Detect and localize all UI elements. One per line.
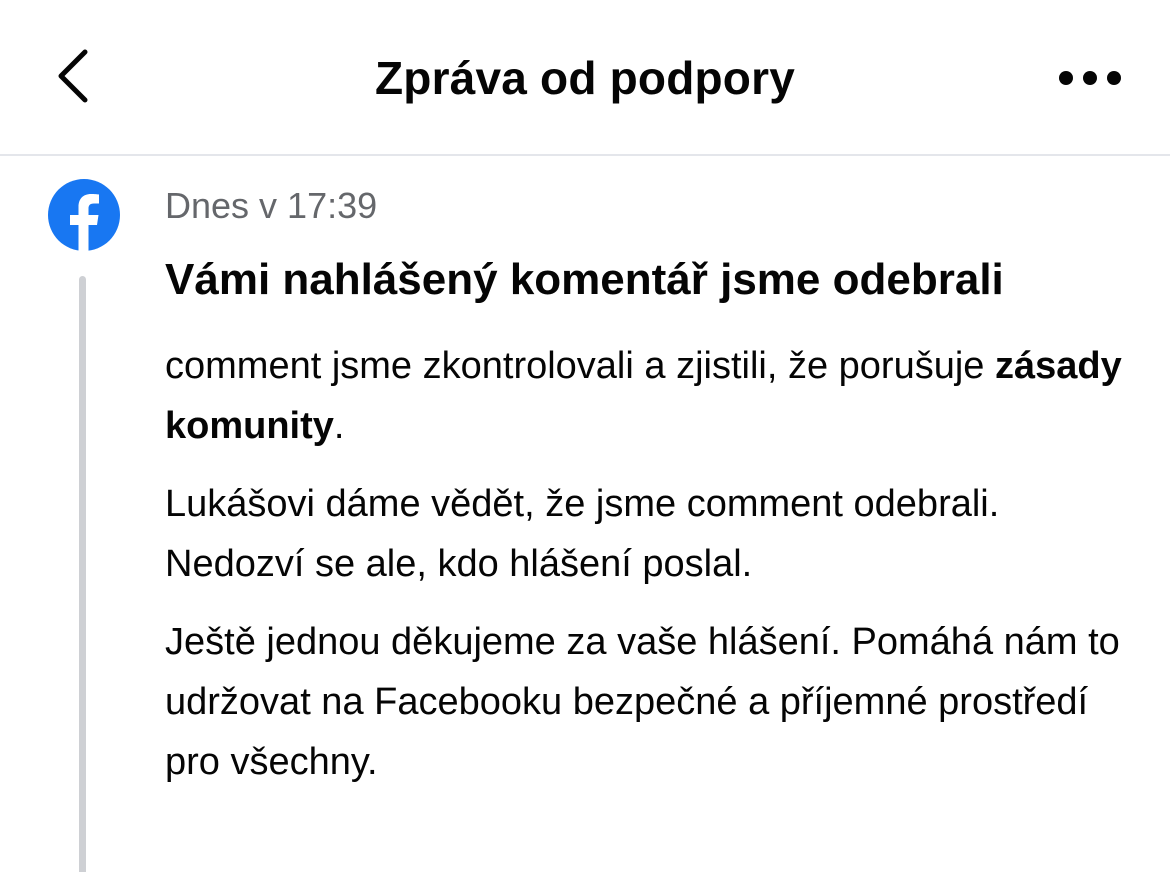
message-paragraph-3: Ještě jednou děkujeme za vaše hlášení. P… — [165, 621, 1120, 783]
more-options-button[interactable] — [1050, 46, 1130, 110]
support-message-screen: Zpráva od podpory Dnes v 17:39 Vámi nahl… — [0, 0, 1170, 872]
message-paragraph-2: Lukášovi dáme vědět, že jsme comment ode… — [165, 483, 1000, 585]
top-navigation-bar: Zpráva od podpory — [0, 0, 1170, 156]
paragraph-1-end: . — [333, 405, 345, 447]
more-horizontal-icon-dot — [1107, 71, 1121, 85]
message-content: Dnes v 17:39 Vámi nahlášený komentář jsm… — [165, 184, 1125, 792]
more-horizontal-icon — [1059, 71, 1073, 85]
page-title: Zpráva od podpory — [375, 52, 795, 104]
facebook-logo-icon[interactable] — [48, 179, 120, 251]
more-horizontal-icon-dot — [1083, 71, 1097, 85]
message-title: Vámi nahlášený komentář jsme odebrali — [165, 255, 1004, 304]
paragraph-1-text: comment jsme zkontrolovali a zjistili, ž… — [165, 345, 995, 387]
message-timestamp: Dnes v 17:39 — [165, 185, 378, 226]
message-paragraph-1: comment jsme zkontrolovali a zjistili, ž… — [165, 336, 1125, 456]
thread-line — [79, 276, 86, 872]
